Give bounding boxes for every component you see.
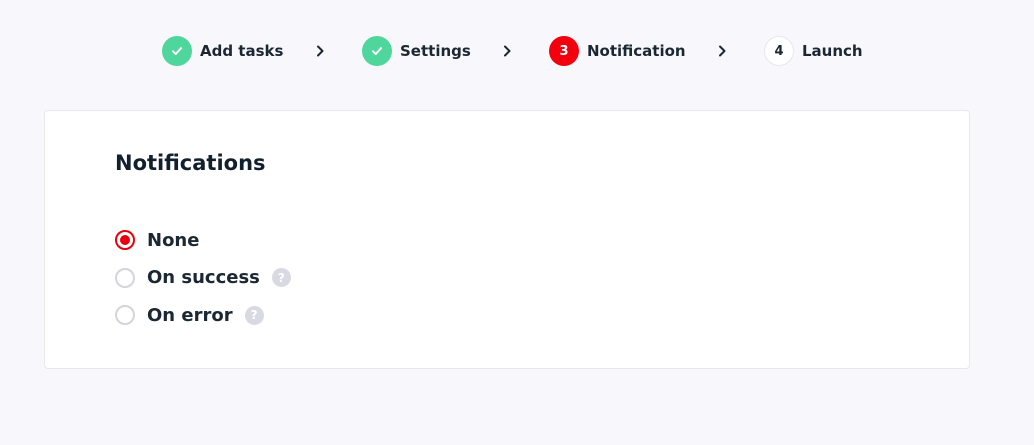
- card-title: Notifications: [115, 151, 266, 175]
- radio-label: On success: [147, 267, 260, 288]
- chevron-right-icon: [504, 45, 511, 57]
- chevron-right-icon: [317, 45, 324, 57]
- radio-button-none[interactable]: [115, 230, 135, 250]
- step-label: Settings: [400, 42, 471, 60]
- step-complete-badge: [362, 36, 392, 66]
- help-icon[interactable]: ?: [244, 305, 264, 325]
- step-notification[interactable]: 3 Notification: [549, 35, 686, 67]
- radio-label: None: [147, 229, 200, 251]
- step-complete-badge: [162, 36, 192, 66]
- check-icon: [172, 47, 182, 55]
- step-number-badge: 3: [549, 36, 579, 66]
- stepper: Add tasks Settings 3 Notification 4 Laun…: [0, 35, 1034, 67]
- notifications-card: Notifications None On success ? On error…: [44, 110, 970, 369]
- check-icon: [372, 47, 382, 55]
- step-label: Add tasks: [200, 42, 284, 60]
- step-label: Launch: [802, 42, 863, 60]
- chevron-right-icon: [719, 45, 726, 57]
- radio-option-on-success[interactable]: On success ?: [115, 265, 291, 291]
- help-icon[interactable]: ?: [271, 268, 291, 287]
- radio-option-none[interactable]: None: [115, 227, 291, 253]
- step-label: Notification: [587, 42, 686, 60]
- radio-selected-dot: [120, 235, 130, 245]
- radio-button-on-error[interactable]: [115, 305, 135, 325]
- step-number-badge: 4: [764, 36, 794, 66]
- radio-button-on-success[interactable]: [115, 267, 135, 288]
- radio-label: On error: [147, 304, 233, 326]
- step-add-tasks[interactable]: Add tasks: [162, 35, 283, 67]
- step-settings[interactable]: Settings: [362, 35, 471, 67]
- radio-option-on-error[interactable]: On error ?: [115, 302, 291, 328]
- step-launch[interactable]: 4 Launch: [764, 35, 863, 67]
- notification-radio-group: None On success ? On error ?: [115, 227, 291, 340]
